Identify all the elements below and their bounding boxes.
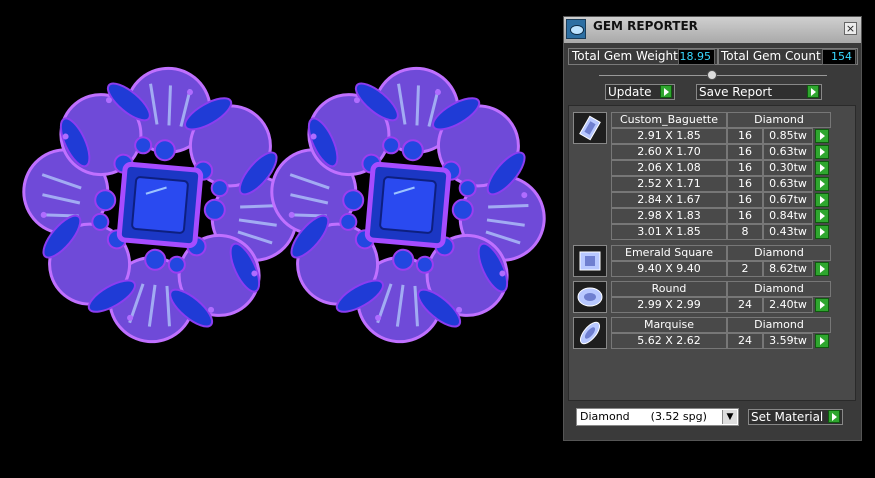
gem-weight-cell: 0.67tw — [763, 192, 813, 208]
gem-list[interactable]: Custom_Baguette Diamond Emerald Square D… — [568, 105, 856, 401]
gem-size-cell: 5.62 X 2.62 — [611, 333, 727, 349]
gem-count-cell: 16 — [727, 176, 763, 192]
gem-count-cell: 24 — [727, 333, 763, 349]
gem-size-cell: 2.60 X 1.70 — [611, 144, 727, 160]
row-select-button[interactable] — [815, 262, 829, 276]
gem-size-cell: 2.84 X 1.67 — [611, 192, 727, 208]
gem-weight-cell: 0.85tw — [763, 128, 813, 144]
row-select-button[interactable] — [815, 334, 829, 348]
chevron-down-icon[interactable]: ▼ — [722, 410, 737, 424]
gem-size-cell: 2.52 X 1.71 — [611, 176, 727, 192]
gem-size-cell: 2.99 X 2.99 — [611, 297, 727, 313]
group-cut-name: Custom_Baguette — [611, 112, 727, 128]
total-count-label: Total Gem Count — [721, 49, 821, 63]
gem-size-cell: 9.40 X 9.40 — [611, 261, 727, 277]
gem-size-cell: 2.06 X 1.08 — [611, 160, 727, 176]
emerald-square-cut-icon — [573, 245, 607, 277]
gem-count-cell: 16 — [727, 144, 763, 160]
group-cut-name: Round — [611, 281, 727, 297]
marquise-cut-icon — [573, 317, 607, 349]
gem-size-cell: 2.98 X 1.83 — [611, 208, 727, 224]
row-select-button[interactable] — [815, 298, 829, 312]
row-select-button[interactable] — [815, 225, 829, 239]
gem-count-cell: 2 — [727, 261, 763, 277]
gem-reporter-app-icon — [566, 19, 586, 39]
gem-count-cell: 16 — [727, 208, 763, 224]
gem-size-cell: 2.91 X 1.85 — [611, 128, 727, 144]
gem-weight-cell: 0.43tw — [763, 224, 813, 240]
gem-count-cell: 16 — [727, 160, 763, 176]
material-select[interactable]: Diamond (3.52 spg) ▼ — [576, 408, 739, 426]
gem-size-cell: 3.01 X 1.85 — [611, 224, 727, 240]
gem-count-cell: 8 — [727, 224, 763, 240]
gem-weight-cell: 8.62tw — [763, 261, 813, 277]
gem-reporter-panel: GEM REPORTER × Total Gem Weight 18.95 To… — [563, 16, 862, 441]
set-material-button-label: Set Material — [751, 410, 824, 424]
gem-count-cell: 16 — [727, 192, 763, 208]
3d-viewport[interactable] — [0, 0, 560, 474]
gem-count-cell: 16 — [727, 128, 763, 144]
save-report-button[interactable]: Save Report — [696, 84, 822, 100]
earrings-render — [0, 0, 560, 474]
gem-count-cell: 24 — [727, 297, 763, 313]
close-button[interactable]: × — [844, 22, 857, 35]
title-bar[interactable]: GEM REPORTER × — [564, 17, 861, 43]
group-material: Diamond — [727, 281, 831, 297]
row-select-button[interactable] — [815, 161, 829, 175]
gem-weight-cell: 0.63tw — [763, 176, 813, 192]
set-material-go-icon[interactable] — [828, 410, 840, 423]
total-weight-value: 18.95 — [678, 49, 715, 65]
update-go-icon[interactable] — [660, 85, 672, 98]
total-weight-label: Total Gem Weight — [572, 49, 678, 63]
row-select-button[interactable] — [815, 145, 829, 159]
gem-weight-cell: 3.59tw — [763, 333, 813, 349]
material-select-value: Diamond (3.52 spg) — [580, 410, 707, 423]
row-select-button[interactable] — [815, 193, 829, 207]
round-cut-icon — [573, 281, 607, 313]
baguette-cut-icon — [573, 112, 607, 144]
total-count-value: 154 — [822, 49, 856, 65]
gem-weight-cell: 0.30tw — [763, 160, 813, 176]
group-material: Diamond — [727, 112, 831, 128]
group-cut-name: Emerald Square — [611, 245, 727, 261]
save-report-go-icon[interactable] — [807, 85, 819, 98]
slider-handle[interactable] — [707, 70, 717, 80]
gem-weight-cell: 0.84tw — [763, 208, 813, 224]
gem-weight-cell: 0.63tw — [763, 144, 813, 160]
row-select-button[interactable] — [815, 129, 829, 143]
group-material: Diamond — [727, 317, 831, 333]
row-select-button[interactable] — [815, 177, 829, 191]
group-material: Diamond — [727, 245, 831, 261]
group-cut-name: Marquise — [611, 317, 727, 333]
gem-weight-cell: 2.40tw — [763, 297, 813, 313]
panel-title: GEM REPORTER — [593, 19, 698, 33]
update-button-label: Update — [608, 85, 652, 99]
save-report-button-label: Save Report — [699, 85, 773, 99]
row-select-button[interactable] — [815, 209, 829, 223]
